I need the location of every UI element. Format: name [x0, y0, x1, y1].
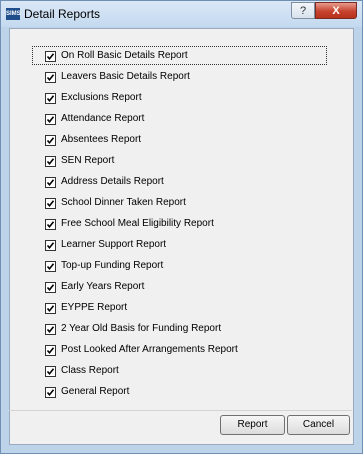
checkbox-checked-icon[interactable]: [45, 72, 56, 83]
report-checkbox-item[interactable]: Post Looked After Arrangements Report: [34, 341, 329, 362]
checkbox-checked-icon[interactable]: [45, 93, 56, 104]
sims-app-icon: SIMS: [6, 8, 21, 20]
report-checkbox-item[interactable]: Top-up Funding Report: [34, 257, 329, 278]
report-checkbox-item[interactable]: SEN Report: [34, 152, 329, 173]
help-button[interactable]: ?: [291, 2, 315, 19]
report-checkbox-label: Absentees Report: [61, 134, 142, 145]
report-checkbox-label: Top-up Funding Report: [61, 260, 164, 271]
report-checkbox-label: Leavers Basic Details Report: [61, 71, 190, 82]
report-checkbox-label: 2 Year Old Basis for Funding Report: [61, 323, 222, 334]
cancel-button[interactable]: Cancel: [287, 415, 350, 435]
checkbox-checked-icon[interactable]: [45, 261, 56, 272]
report-checkbox-label: EYPPE Report: [61, 302, 128, 313]
report-checkbox-label: Exclusions Report: [61, 92, 142, 103]
close-button[interactable]: X: [315, 2, 357, 19]
report-checkbox-item[interactable]: Early Years Report: [34, 278, 329, 299]
title-bar[interactable]: SIMS Detail Reports ? X: [1, 1, 362, 27]
report-checkbox-label: On Roll Basic Details Report: [61, 50, 188, 61]
report-checkbox-item[interactable]: Leavers Basic Details Report: [34, 68, 329, 89]
report-checkbox-item[interactable]: Attendance Report: [34, 110, 329, 131]
checkbox-checked-icon[interactable]: [45, 387, 56, 398]
report-checkbox-label: General Report: [61, 386, 130, 397]
report-checkbox-item[interactable]: Class Report: [34, 362, 329, 383]
report-checkbox-item[interactable]: Absentees Report: [34, 131, 329, 152]
report-checkbox-item[interactable]: On Roll Basic Details Report: [32, 46, 329, 68]
report-checkbox-label: Address Details Report: [61, 176, 164, 187]
report-checkbox-label: Post Looked After Arrangements Report: [61, 344, 238, 355]
report-checkbox-label: School Dinner Taken Report: [61, 197, 186, 208]
report-checkbox-label: Learner Support Report: [61, 239, 167, 250]
checkbox-checked-icon[interactable]: [45, 51, 56, 62]
checkbox-checked-icon[interactable]: [45, 219, 56, 230]
report-checkbox-item[interactable]: EYPPE Report: [34, 299, 329, 320]
report-checkbox-label: Attendance Report: [61, 113, 145, 124]
checkbox-checked-icon[interactable]: [45, 366, 56, 377]
report-checkbox-item[interactable]: Exclusions Report: [34, 89, 329, 110]
report-button[interactable]: Report: [220, 415, 285, 435]
checkbox-checked-icon[interactable]: [45, 156, 56, 167]
checkbox-checked-icon[interactable]: [45, 303, 56, 314]
checkbox-checked-icon[interactable]: [45, 198, 56, 209]
report-checkbox-item[interactable]: 2 Year Old Basis for Funding Report: [34, 320, 329, 341]
report-checkbox-label: Class Report: [61, 365, 119, 376]
checkbox-checked-icon[interactable]: [45, 114, 56, 125]
report-checkbox-item[interactable]: Learner Support Report: [34, 236, 329, 257]
checkbox-checked-icon[interactable]: [45, 324, 56, 335]
report-checkbox-item[interactable]: School Dinner Taken Report: [34, 194, 329, 215]
button-separator: [9, 410, 352, 411]
window-title: Detail Reports: [24, 7, 101, 21]
checkbox-checked-icon[interactable]: [45, 240, 56, 251]
report-checkbox-label: SEN Report: [61, 155, 115, 166]
checkbox-checked-icon[interactable]: [45, 177, 56, 188]
report-checkbox-list: On Roll Basic Details Report Leavers Basi…: [32, 46, 329, 404]
checkbox-checked-icon[interactable]: [45, 282, 56, 293]
report-checkbox-item[interactable]: Free School Meal Eligibility Report: [34, 215, 329, 236]
checkbox-checked-icon[interactable]: [45, 345, 56, 356]
checkbox-checked-icon[interactable]: [45, 135, 56, 146]
report-checkbox-item[interactable]: Address Details Report: [34, 173, 329, 194]
report-checkbox-item[interactable]: General Report: [34, 383, 329, 404]
report-checkbox-label: Early Years Report: [61, 281, 145, 292]
report-checkbox-label: Free School Meal Eligibility Report: [61, 218, 214, 229]
